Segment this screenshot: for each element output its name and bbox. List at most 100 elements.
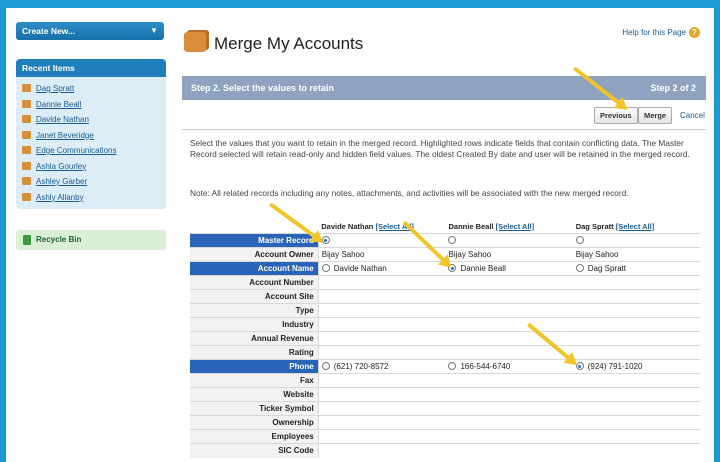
- recent-item[interactable]: Janet Beveridge: [16, 128, 166, 144]
- value-cell: [318, 401, 446, 416]
- value-cell[interactable]: Davide Nathan: [318, 261, 446, 276]
- value-cell: [572, 373, 700, 388]
- page-title: Merge My Accounts: [214, 34, 364, 53]
- field-label: Phone: [190, 359, 319, 374]
- cell-value: Bijay Sahoo: [448, 250, 492, 259]
- table-row: Master Record: [190, 233, 700, 248]
- value-cell: [318, 415, 446, 430]
- recent-item-link[interactable]: Ashley Garber: [36, 177, 87, 186]
- value-cell[interactable]: (621) 720-8572: [318, 359, 446, 374]
- recent-item[interactable]: Davide Nathan: [16, 112, 166, 128]
- column-name: Dannie Beall: [448, 222, 494, 231]
- select-radio[interactable]: [321, 362, 330, 370]
- value-cell[interactable]: (924) 791-1020: [572, 359, 700, 374]
- recycle-bin-link[interactable]: Recycle Bin: [16, 230, 166, 250]
- recent-item[interactable]: Dannie Beall: [16, 97, 166, 113]
- create-new-label: Create New...: [22, 26, 76, 36]
- field-label: Account Owner: [190, 247, 319, 262]
- value-cell[interactable]: [445, 233, 573, 248]
- column-header-0: Davide Nathan [Select All]: [318, 220, 445, 234]
- value-cell[interactable]: [572, 233, 700, 248]
- value-cell: [318, 331, 446, 346]
- help-link[interactable]: Help for this Page?: [622, 27, 700, 38]
- cell-value: (924) 791-1020: [587, 362, 643, 371]
- value-cell: [445, 289, 573, 304]
- select-radio[interactable]: [321, 264, 330, 272]
- table-row: Fax: [190, 373, 700, 388]
- recent-item-link[interactable]: Edge Communications: [36, 146, 116, 155]
- app-frame: Create New... ▼ Recent Items Dag Spratt D…: [6, 8, 714, 462]
- recycle-bin-label: Recycle Bin: [36, 235, 82, 244]
- cancel-link[interactable]: Cancel: [680, 111, 705, 120]
- field-label: Rating: [190, 345, 319, 360]
- column-name: Dag Spratt: [575, 222, 614, 231]
- recent-item[interactable]: Dag Spratt: [16, 81, 166, 97]
- accounts-folder-icon: [184, 32, 206, 52]
- merge-button[interactable]: Merge: [638, 107, 673, 124]
- recent-items-list: Dag Spratt Dannie Beall Davide Nathan Janet…: [16, 77, 166, 205]
- value-cell: [572, 303, 700, 318]
- table-row: Annual Revenue: [190, 331, 700, 346]
- cell-value: Dannie Beall: [460, 264, 506, 273]
- value-cell: [445, 429, 573, 444]
- recent-item[interactable]: Ashla Gourley: [16, 159, 166, 175]
- table-row: Employees: [190, 429, 700, 444]
- recent-item[interactable]: Edge Communications: [16, 143, 166, 159]
- recent-item-link[interactable]: Dannie Beall: [36, 100, 81, 109]
- value-cell[interactable]: Dag Spratt: [572, 261, 700, 276]
- value-cell[interactable]: 166-544-6740: [445, 359, 573, 374]
- table-row: SIC Code: [190, 443, 700, 458]
- step-header: Step 2. Select the values to retain Step…: [182, 76, 706, 100]
- field-label: Annual Revenue: [190, 331, 319, 346]
- field-label: Account Number: [190, 275, 319, 290]
- recent-items-panel: Recent Items Dag Spratt Dannie Beall David…: [16, 59, 166, 209]
- value-cell: [572, 387, 700, 402]
- value-cell: [572, 429, 700, 444]
- select-radio[interactable]: [448, 236, 457, 244]
- recycle-bin-icon: [23, 235, 31, 245]
- recent-item-link[interactable]: Davide Nathan: [36, 115, 89, 124]
- value-cell[interactable]: Dannie Beall: [445, 261, 573, 276]
- select-all-link[interactable]: [Select All]: [496, 222, 534, 231]
- table-row: Industry: [190, 317, 700, 332]
- value-cell: Bijay Sahoo: [445, 247, 573, 262]
- field-label: Employees: [190, 429, 319, 444]
- value-cell: [445, 275, 573, 290]
- value-cell: [572, 443, 700, 458]
- account-icon: [22, 99, 31, 108]
- value-cell: [572, 401, 700, 416]
- field-label: Account Site: [190, 289, 319, 304]
- select-radio[interactable]: [448, 362, 457, 370]
- field-label: Type: [190, 303, 319, 318]
- recent-item-link[interactable]: Dag Spratt: [36, 84, 74, 93]
- value-cell: [445, 373, 573, 388]
- cell-value: 166-544-6740: [460, 362, 511, 371]
- select-all-link[interactable]: [Select All]: [616, 222, 654, 231]
- value-cell: [445, 317, 573, 332]
- value-cell: [572, 331, 700, 346]
- table-row: Type: [190, 303, 700, 318]
- select-radio[interactable]: [575, 264, 584, 272]
- account-icon: [22, 115, 31, 123]
- recent-item[interactable]: Ashly Allanby: [16, 190, 166, 206]
- table-row: Account Site: [190, 289, 700, 304]
- table-row: Phone (621) 720-8572 166-544-6740 (924) 791…: [190, 359, 700, 374]
- step-title: Step 2. Select the values to retain: [191, 83, 335, 93]
- table-row: Website: [190, 387, 700, 402]
- cell-value: (621) 720-8572: [333, 362, 389, 371]
- value-cell: [445, 303, 573, 318]
- table-header-row: Davide Nathan [Select All] Dannie Beall …: [190, 220, 700, 234]
- select-radio[interactable]: [575, 236, 584, 244]
- create-new-button[interactable]: Create New... ▼: [16, 22, 164, 40]
- cell-value: Dag Spratt: [587, 264, 626, 273]
- column-name: Davide Nathan: [321, 222, 374, 231]
- field-label: Account Name: [190, 261, 319, 276]
- recent-item[interactable]: Ashley Garber: [16, 174, 166, 190]
- recent-item-link[interactable]: Janet Beveridge: [36, 131, 94, 140]
- value-cell: [318, 289, 446, 304]
- account-icon: [22, 130, 31, 139]
- recent-item-link[interactable]: Ashly Allanby: [36, 193, 84, 202]
- value-cell: [445, 387, 573, 402]
- recent-item-link[interactable]: Ashla Gourley: [36, 162, 86, 171]
- recent-items-header: Recent Items: [16, 59, 166, 77]
